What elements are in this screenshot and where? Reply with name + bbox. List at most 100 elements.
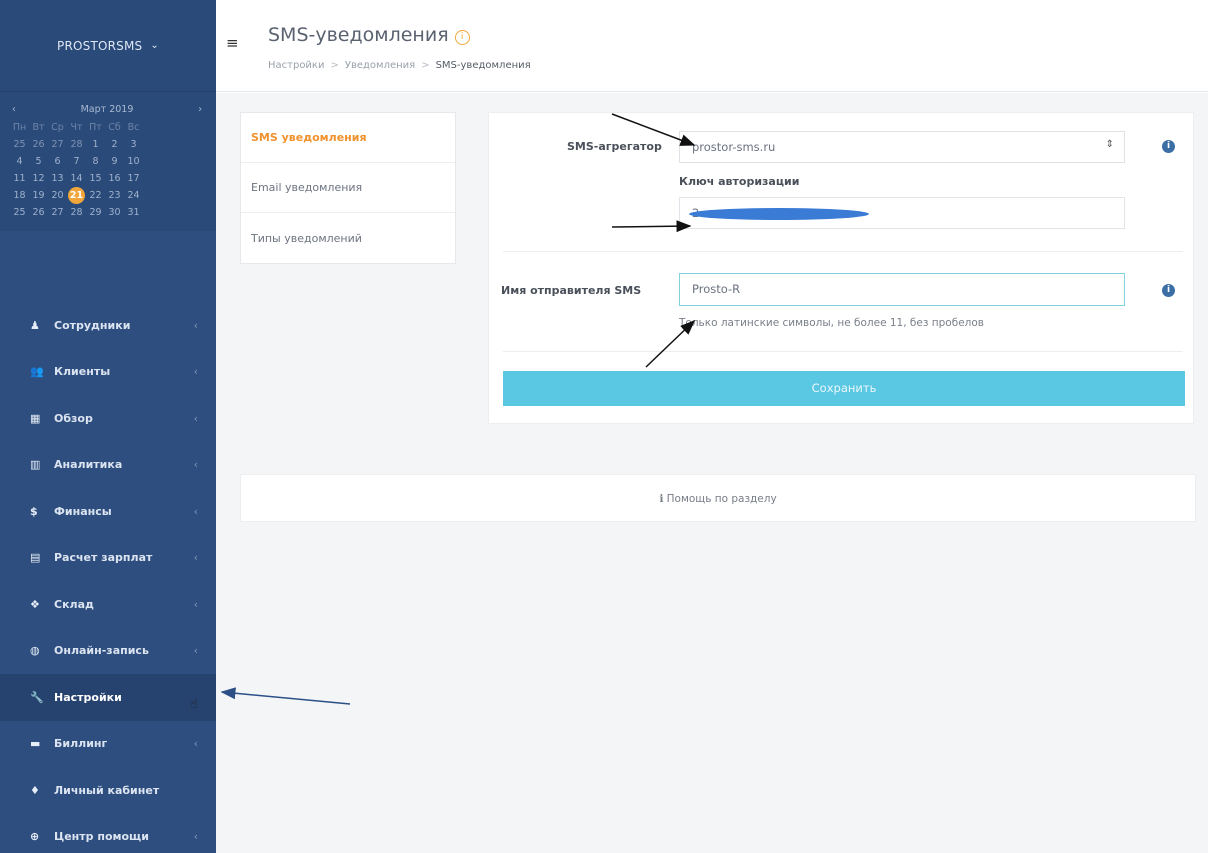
chevron-left-icon: ‹ xyxy=(193,597,198,611)
chevron-down-icon: ⌄ xyxy=(150,40,159,51)
calendar-day[interactable]: 26 xyxy=(29,139,48,150)
calendar-day[interactable]: 12 xyxy=(29,173,48,184)
sidebar: PROSTORSMS ⌄ ‹ Март 2019 › Пн Вт Ср Чт П… xyxy=(0,0,216,853)
sidebar-item-finance[interactable]: $ Финансы ‹ xyxy=(0,488,216,535)
calendar-day[interactable]: 24 xyxy=(124,190,143,201)
weekday: Пн xyxy=(12,122,27,133)
save-button[interactable]: Сохранить xyxy=(503,371,1185,406)
calendar-day[interactable]: 15 xyxy=(86,173,105,184)
breadcrumb-current: SMS-уведомления xyxy=(435,60,531,71)
cubes-icon: ❖ xyxy=(30,597,40,611)
calendar-day[interactable]: 7 xyxy=(67,156,86,167)
sidebar-item-billing[interactable]: ▬ Биллинг ‹ xyxy=(0,721,216,768)
sidebar-item-label: Биллинг xyxy=(54,737,108,751)
breadcrumb-separator-icon: > xyxy=(330,60,339,71)
wrench-icon: 🔧 xyxy=(30,690,44,704)
sidebar-item-account[interactable]: ♦ Личный кабинет xyxy=(0,767,216,814)
content-area: ≡ SMS-уведомления i Настройки > Уведомления… xyxy=(216,0,1208,853)
divider xyxy=(503,351,1183,352)
calendar-day[interactable]: 14 xyxy=(67,173,86,184)
calendar-day[interactable]: 25 xyxy=(10,139,29,150)
sidebar-item-settings[interactable]: 🔧 Настройки xyxy=(0,674,216,721)
brand-switcher[interactable]: PROSTORSMS ⌄ xyxy=(0,0,216,92)
users-icon: 👥 xyxy=(30,365,44,379)
sidebar-item-overview[interactable]: ▦ Обзор ‹ xyxy=(0,395,216,442)
sidebar-item-label: Клиенты xyxy=(54,365,111,379)
info-icon[interactable]: i xyxy=(454,30,470,45)
calendar-day[interactable]: 28 xyxy=(67,207,86,218)
weekday: Чт xyxy=(70,122,83,133)
select-caret-icon: ⇕ xyxy=(1105,139,1114,150)
calendar-day[interactable]: 9 xyxy=(105,156,124,167)
calendar-day[interactable]: 5 xyxy=(29,156,48,167)
calendar-day[interactable]: 30 xyxy=(105,207,124,218)
calendar-day[interactable]: 23 xyxy=(105,190,124,201)
info-icon[interactable]: i xyxy=(1162,140,1175,153)
topbar: ≡ SMS-уведомления i Настройки > Уведомления… xyxy=(216,0,1208,92)
chevron-left-icon: ‹ xyxy=(193,830,198,844)
calendar-day[interactable]: 8 xyxy=(86,156,105,167)
divider xyxy=(503,251,1183,252)
sidebar-item-payroll[interactable]: ▤ Расчет зарплат ‹ xyxy=(0,535,216,582)
calendar-week: 4 5 6 7 8 9 10 xyxy=(10,153,208,170)
aggregator-select[interactable]: prostor-sms.ru ⇕ xyxy=(679,131,1125,163)
breadcrumb-item[interactable]: Настройки xyxy=(268,60,324,71)
settings-tabs: SMS уведомления Email уведомления Типы у… xyxy=(240,112,456,264)
calendar-day[interactable]: 20 xyxy=(48,190,67,201)
brand-name: PROSTORSMS xyxy=(57,38,143,53)
tab-email[interactable]: Email уведомления xyxy=(241,163,455,213)
sender-name-value: Prosto-R xyxy=(692,282,741,296)
breadcrumb-item[interactable]: Уведомления xyxy=(345,60,415,71)
calendar-day[interactable]: 1 xyxy=(86,139,105,150)
payroll-icon: ▤ xyxy=(30,551,41,565)
menu-toggle-icon[interactable]: ≡ xyxy=(226,34,239,52)
calendar-day[interactable]: 4 xyxy=(10,156,29,167)
help-link[interactable]: Помощь по разделу xyxy=(667,493,777,505)
aggregator-value: prostor-sms.ru xyxy=(692,140,776,154)
sidebar-item-analytics[interactable]: ▥ Аналитика ‹ xyxy=(0,442,216,489)
calendar-day[interactable]: 2 xyxy=(105,139,124,150)
sender-help-text: Только латинские символы, не более 11, б… xyxy=(679,317,984,329)
calendar-day[interactable]: 13 xyxy=(48,173,67,184)
info-icon[interactable]: i xyxy=(1162,284,1175,297)
chevron-left-icon: ‹ xyxy=(193,318,198,332)
calendar-day[interactable]: 11 xyxy=(10,173,29,184)
sidebar-item-warehouse[interactable]: ❖ Склад ‹ xyxy=(0,581,216,628)
calendar-day[interactable]: 29 xyxy=(86,207,105,218)
calendar-day[interactable]: 26 xyxy=(29,207,48,218)
calendar-day[interactable]: 25 xyxy=(10,207,29,218)
aggregator-label: SMS-агрегатор xyxy=(567,140,662,153)
sidebar-item-employees[interactable]: ♟ Сотрудники ‹ xyxy=(0,302,216,349)
calendar-day[interactable]: 6 xyxy=(48,156,67,167)
sidebar-item-help-center[interactable]: ⊕ Центр помощи ‹ xyxy=(0,814,216,853)
calendar-day[interactable]: 31 xyxy=(124,207,143,218)
calendar-day[interactable]: 27 xyxy=(48,139,67,150)
tab-sms[interactable]: SMS уведомления xyxy=(241,113,455,163)
calendar-day[interactable]: 19 xyxy=(29,190,48,201)
calendar-day[interactable]: 17 xyxy=(124,173,143,184)
calendar-day-today[interactable]: 21 xyxy=(68,187,85,204)
sidebar-item-online-booking[interactable]: ◍ Онлайн-запись ‹ xyxy=(0,628,216,675)
breadcrumb-separator-icon: > xyxy=(421,60,430,71)
bar-chart-icon: ▥ xyxy=(30,458,41,472)
calendar-day[interactable]: 28 xyxy=(67,139,86,150)
sender-name-field[interactable]: Prosto-R xyxy=(679,273,1125,306)
chevron-left-icon: ‹ xyxy=(193,458,198,472)
chevron-left-icon: ‹ xyxy=(193,737,198,751)
credit-card-icon: ▬ xyxy=(30,737,41,751)
calendar-prev-icon[interactable]: ‹ xyxy=(12,104,16,115)
sidebar-item-label: Финансы xyxy=(54,504,112,518)
calendar-day[interactable]: 27 xyxy=(48,207,67,218)
help-section[interactable]: ℹ Помощь по разделу xyxy=(240,474,1196,522)
tab-notification-types[interactable]: Типы уведомлений xyxy=(241,213,455,263)
calendar-day[interactable]: 22 xyxy=(86,190,105,201)
calendar-day[interactable]: 18 xyxy=(10,190,29,201)
calendar-week: 25 26 27 28 29 30 31 xyxy=(10,204,208,221)
calendar-day[interactable]: 16 xyxy=(105,173,124,184)
calendar-day[interactable]: 3 xyxy=(124,139,143,150)
globe-icon: ◍ xyxy=(30,644,40,658)
sidebar-item-label: Расчет зарплат xyxy=(54,551,153,565)
calendar-next-icon[interactable]: › xyxy=(198,104,202,115)
calendar-day[interactable]: 10 xyxy=(124,156,143,167)
sidebar-item-clients[interactable]: 👥 Клиенты ‹ xyxy=(0,349,216,396)
